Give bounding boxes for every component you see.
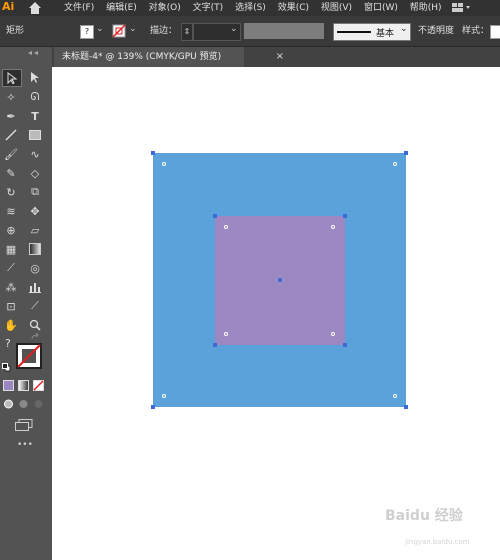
object-type-label: 矩形: [6, 26, 25, 36]
gradient-tool-icon[interactable]: [26, 241, 44, 257]
app-logo: Ai: [2, 0, 15, 13]
home-icon[interactable]: [28, 0, 42, 16]
color-mode-icon[interactable]: [3, 380, 14, 391]
type-tool-icon[interactable]: T: [26, 108, 44, 124]
corner-widget[interactable]: [162, 394, 166, 398]
fill-dropdown-icon[interactable]: ⌄: [96, 24, 104, 34]
corner-widget[interactable]: [331, 225, 335, 229]
mesh-tool-icon[interactable]: ▦: [2, 241, 20, 257]
corner-widget[interactable]: [224, 225, 228, 229]
rotate-tool-icon[interactable]: ↻: [2, 184, 20, 200]
control-bar: 矩形 ? ⌄ ⌄ 描边： ⇕ ⌄ 基本 ⌄ 不透明度 样式：: [0, 16, 500, 47]
anchor-point[interactable]: [151, 405, 155, 409]
menu-type[interactable]: 文字(T): [193, 3, 224, 13]
default-fill-stroke-icon[interactable]: [2, 363, 11, 372]
draw-normal-icon[interactable]: [3, 399, 14, 409]
scale-tool-icon[interactable]: ⧉: [26, 184, 44, 200]
hand-tool-icon[interactable]: ✋: [2, 317, 20, 333]
stroke-line-preview: [337, 31, 371, 33]
selection-tool-icon[interactable]: [2, 69, 22, 87]
anchor-point[interactable]: [343, 214, 347, 218]
puppet-warp-tool-icon[interactable]: ✥: [26, 203, 44, 219]
gradient-mode-icon[interactable]: [18, 380, 29, 391]
symbol-sprayer-tool-icon[interactable]: ⁂: [2, 279, 20, 295]
menu-window[interactable]: 窗口(W): [364, 3, 398, 13]
column-graph-tool-icon[interactable]: [26, 279, 44, 295]
corner-widget[interactable]: [162, 162, 166, 166]
menu-edit[interactable]: 编辑(E): [106, 3, 137, 13]
center-point[interactable]: [278, 278, 282, 282]
document-tab[interactable]: 未标题-4* @ 139% (CMYK/GPU 预览) ×: [54, 47, 284, 67]
stroke-swatch-none[interactable]: [16, 343, 42, 369]
screen-mode-icon[interactable]: [15, 419, 33, 431]
stroke-stepper-icon[interactable]: ⇕: [181, 23, 193, 41]
canvas[interactable]: Baidu 经验 jingyan.baidu.com: [52, 67, 500, 560]
anchor-point[interactable]: [213, 343, 217, 347]
width-tool-icon[interactable]: ≋: [2, 203, 20, 219]
brush-definition-dropdown[interactable]: 基本 ⌄: [333, 23, 411, 41]
shaper-tool-icon[interactable]: ∿: [26, 146, 44, 162]
pen-tool-icon[interactable]: ✒: [2, 108, 20, 124]
draw-behind-icon[interactable]: [18, 399, 29, 409]
anchor-point[interactable]: [404, 405, 408, 409]
tools-panel: ✧ ᘏ ✒ T 🖌 ∿ ✎ ◇ ↻ ⧉ ≋ ✥ ⊕ ▱ ▦ ⟋ ◎ ⁂ ⊡ ⟋ …: [0, 47, 52, 560]
artboard-tool-icon[interactable]: ⊡: [2, 298, 20, 314]
graphic-style-swatch[interactable]: [490, 25, 500, 39]
paintbrush-tool-icon[interactable]: 🖌: [2, 146, 20, 162]
slice-tool-icon[interactable]: ⟋: [26, 298, 44, 314]
zoom-tool-icon[interactable]: [26, 317, 44, 333]
swap-fill-stroke-icon[interactable]: [30, 333, 42, 341]
blob-brush-tool-icon[interactable]: ✎: [2, 165, 20, 181]
anchor-point[interactable]: [213, 214, 217, 218]
style-label: 样式：: [462, 26, 490, 36]
eraser-tool-icon[interactable]: ◇: [26, 165, 44, 181]
menu-bar: Ai 文件(F) 编辑(E) 对象(O) 文字(T) 选择(S) 效果(C) 视…: [0, 0, 500, 16]
none-mode-icon[interactable]: [33, 380, 44, 391]
variable-width-profile[interactable]: [244, 23, 324, 39]
brush-definition-label: 基本: [376, 29, 395, 39]
brush-dropdown-icon: ⌄: [400, 24, 408, 34]
menu-help[interactable]: 帮助(H): [410, 3, 442, 13]
menu-object[interactable]: 对象(O): [149, 3, 181, 13]
draw-inside-icon[interactable]: [33, 399, 44, 409]
line-segment-tool-icon[interactable]: [2, 127, 20, 143]
watermark-logo: Baidu 经验: [385, 508, 463, 524]
document-tab-bar: 未标题-4* @ 139% (CMYK/GPU 预览) ×: [52, 47, 500, 67]
watermark-url: jingyan.baidu.com: [405, 538, 470, 546]
corner-widget[interactable]: [331, 332, 335, 336]
close-tab-icon[interactable]: ×: [276, 47, 284, 67]
workspace-switcher-icon[interactable]: [452, 3, 472, 13]
menu-items: 文件(F) 编辑(E) 对象(O) 文字(T) 选择(S) 效果(C) 视图(V…: [64, 0, 451, 16]
menu-file[interactable]: 文件(F): [64, 3, 94, 13]
stroke-dropdown-icon[interactable]: ⌄: [129, 24, 137, 34]
lasso-tool-icon[interactable]: ᘏ: [26, 89, 44, 105]
blend-tool-icon[interactable]: ◎: [26, 260, 44, 276]
stroke-weight-dropdown-icon[interactable]: ⌄: [230, 24, 238, 34]
rectangle-tool-icon[interactable]: [26, 127, 44, 143]
panel-collapse-icon[interactable]: [26, 51, 46, 55]
anchor-point[interactable]: [404, 151, 408, 155]
corner-widget[interactable]: [224, 332, 228, 336]
menu-effect[interactable]: 效果(C): [278, 3, 309, 13]
menu-view[interactable]: 视图(V): [321, 3, 352, 13]
fill-swatch[interactable]: ?: [80, 25, 94, 39]
magic-wand-tool-icon[interactable]: ✧: [2, 89, 20, 105]
stroke-swatch[interactable]: [112, 24, 126, 38]
perspective-grid-tool-icon[interactable]: ▱: [26, 222, 44, 238]
shape-builder-tool-icon[interactable]: ⊕: [2, 222, 20, 238]
opacity-label[interactable]: 不透明度: [418, 16, 454, 46]
document-tab-title: 未标题-4* @ 139% (CMYK/GPU 预览): [62, 52, 222, 62]
stroke-weight-label: 描边：: [150, 26, 178, 36]
edit-toolbar-icon[interactable]: •••: [17, 440, 33, 450]
eyedropper-tool-icon[interactable]: ⟋: [2, 260, 20, 276]
anchor-point[interactable]: [343, 343, 347, 347]
menu-select[interactable]: 选择(S): [235, 3, 266, 13]
corner-widget[interactable]: [393, 394, 397, 398]
corner-widget[interactable]: [393, 162, 397, 166]
direct-selection-tool-icon[interactable]: [26, 69, 44, 85]
anchor-point[interactable]: [151, 151, 155, 155]
